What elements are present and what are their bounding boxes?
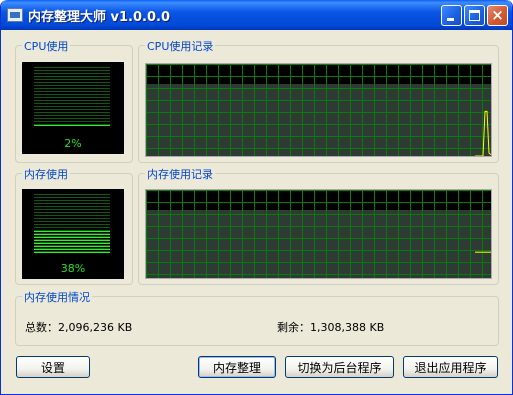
memory-history-graph — [145, 189, 492, 279]
cpu-usage-value: 2% — [64, 137, 82, 150]
app-window: 内存整理大师 v1.0.0.0 × CPU使用 2% CPU使用记录 内存使用 — [0, 0, 513, 395]
clean-memory-button[interactable]: 内存整理 — [198, 356, 276, 378]
memory-info-label: 内存使用情况 — [22, 289, 92, 305]
memory-graph-top-band — [146, 190, 491, 210]
memory-usage-value: 38% — [60, 262, 86, 275]
cpu-meter-bars — [34, 67, 110, 127]
memory-usage-group: 内存使用 38% — [15, 166, 133, 285]
cpu-usage-group: CPU使用 2% — [15, 38, 133, 163]
memory-history-group: 内存使用记录 — [138, 166, 499, 285]
window-title: 内存整理大师 v1.0.0.0 — [28, 10, 170, 25]
minimize-icon — [447, 18, 454, 21]
memory-history-label: 内存使用记录 — [145, 166, 215, 182]
memory-meter-bars — [34, 194, 110, 254]
close-button[interactable]: × — [487, 5, 508, 26]
cpu-history-chart — [146, 64, 491, 156]
maximize-button[interactable] — [464, 5, 485, 26]
cpu-usage-label: CPU使用 — [22, 38, 71, 54]
switch-background-button[interactable]: 切换为后台程序 — [285, 356, 394, 378]
settings-button[interactable]: 设置 — [16, 356, 90, 378]
memory-meter-fill — [34, 231, 110, 254]
app-icon — [7, 8, 23, 22]
memory-total: 总数：2,096,236 KB — [25, 321, 133, 334]
cpu-meter: 2% — [22, 62, 124, 154]
cpu-meter-fill — [34, 125, 110, 127]
exit-app-button[interactable]: 退出应用程序 — [403, 356, 498, 378]
memory-usage-label: 内存使用 — [22, 166, 70, 182]
cpu-graph-top-band — [146, 64, 491, 84]
maximize-icon — [469, 10, 480, 21]
memory-meter: 38% — [22, 189, 124, 279]
title-bar[interactable]: 内存整理大师 v1.0.0.0 × — [1, 0, 512, 30]
close-icon: × — [491, 6, 504, 24]
memory-info-group: 内存使用情况 总数：2,096,236 KB 剩余：1,308,388 KB — [15, 289, 499, 346]
memory-free: 剩余：1,308,388 KB — [277, 321, 385, 334]
cpu-history-group: CPU使用记录 — [138, 38, 499, 163]
memory-history-chart — [146, 190, 491, 278]
cpu-history-graph — [145, 63, 492, 157]
cpu-history-label: CPU使用记录 — [145, 38, 216, 54]
minimize-button[interactable] — [441, 5, 462, 26]
